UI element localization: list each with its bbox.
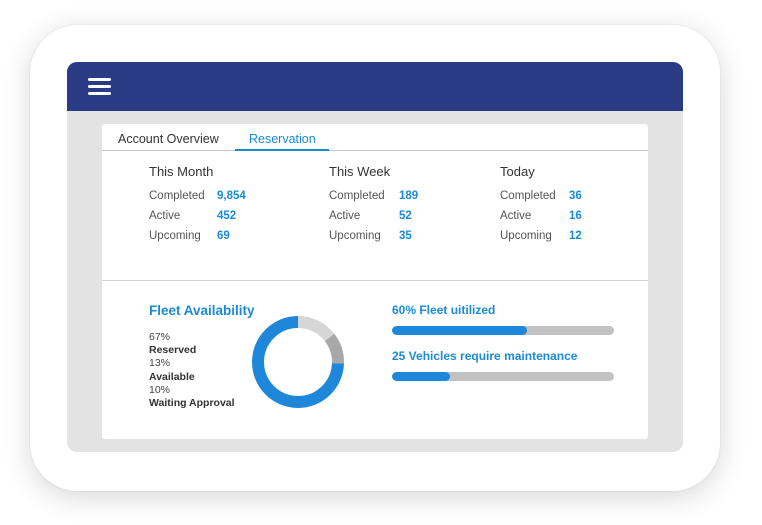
utilization-progress-fill (392, 326, 528, 335)
legend-label: Reserved (149, 344, 197, 357)
stat-value: 452 (217, 210, 237, 222)
legend-label: Waiting Approval (149, 397, 235, 410)
stat-value: 12 (569, 230, 582, 242)
legend-percent: 10% (149, 383, 171, 396)
stat-label: Completed (500, 190, 556, 202)
fleet-utilization: 60% Fleet uitilized (392, 303, 614, 335)
fleet-availability-title: Fleet Availability (149, 303, 255, 318)
stat-value: 36 (569, 190, 582, 202)
maintenance-progress-track (392, 372, 614, 381)
stat-row: Active 52 (329, 210, 418, 230)
stat-row: Completed 189 (329, 190, 418, 210)
utilization-progress-track (392, 326, 614, 335)
stat-label: Upcoming (329, 230, 381, 242)
maintenance-progress-fill (392, 372, 450, 381)
stat-label: Active (329, 210, 361, 222)
stat-label: Active (500, 210, 532, 222)
stat-value: 9,854 (217, 190, 246, 202)
fleet-legend: 67% Reserved 13% Available 10% Waiting A… (149, 331, 235, 410)
dashboard-card: Account Overview Reservation This Month … (102, 124, 648, 439)
stat-row: Completed 36 (500, 190, 582, 210)
maintenance-status: 25 Vehicles require maintenance (392, 349, 614, 381)
stats-this-month: This Month Completed 9,854 Active 452 Upco… (149, 164, 246, 250)
stat-value: 16 (569, 210, 582, 222)
stats-heading: This Week (329, 164, 391, 179)
hamburger-menu-icon[interactable] (88, 78, 111, 95)
stats-today: Today Completed 36 Active 16 Upcoming 12 (500, 164, 582, 250)
stat-value: 35 (399, 230, 412, 242)
stat-label: Completed (149, 190, 205, 202)
active-tab-indicator (235, 149, 329, 151)
stats-heading: Today (500, 164, 535, 179)
legend-percent: 67% (149, 331, 171, 343)
section-divider (102, 280, 648, 281)
stat-row: Upcoming 69 (149, 230, 246, 250)
stat-label: Upcoming (500, 230, 552, 242)
tab-bar: Account Overview Reservation (102, 124, 648, 151)
legend-percent: 13% (149, 357, 171, 370)
app-screen: Account Overview Reservation This Month … (67, 62, 683, 452)
tab-account-overview[interactable]: Account Overview (118, 132, 219, 146)
top-app-bar (67, 62, 683, 111)
stat-label: Upcoming (149, 230, 201, 242)
stat-row: Active 452 (149, 210, 246, 230)
stat-label: Completed (329, 190, 385, 202)
stat-label: Active (149, 210, 181, 222)
stat-row: Active 16 (500, 210, 582, 230)
legend-label: Available (149, 370, 195, 383)
stats-heading: This Month (149, 164, 214, 179)
maintenance-label: 25 Vehicles require maintenance (392, 349, 578, 363)
stats-this-week: This Week Completed 189 Active 52 Upcoming… (329, 164, 418, 250)
stat-value: 189 (399, 190, 419, 202)
stat-value: 69 (217, 230, 230, 242)
stat-row: Completed 9,854 (149, 190, 246, 210)
stat-row: Upcoming 35 (329, 230, 418, 250)
stat-row: Upcoming 12 (500, 230, 582, 250)
fleet-donut-chart (252, 316, 344, 408)
utilization-label: 60% Fleet uitilized (392, 303, 496, 317)
tab-reservation[interactable]: Reservation (249, 132, 316, 146)
stat-value: 52 (399, 210, 412, 222)
